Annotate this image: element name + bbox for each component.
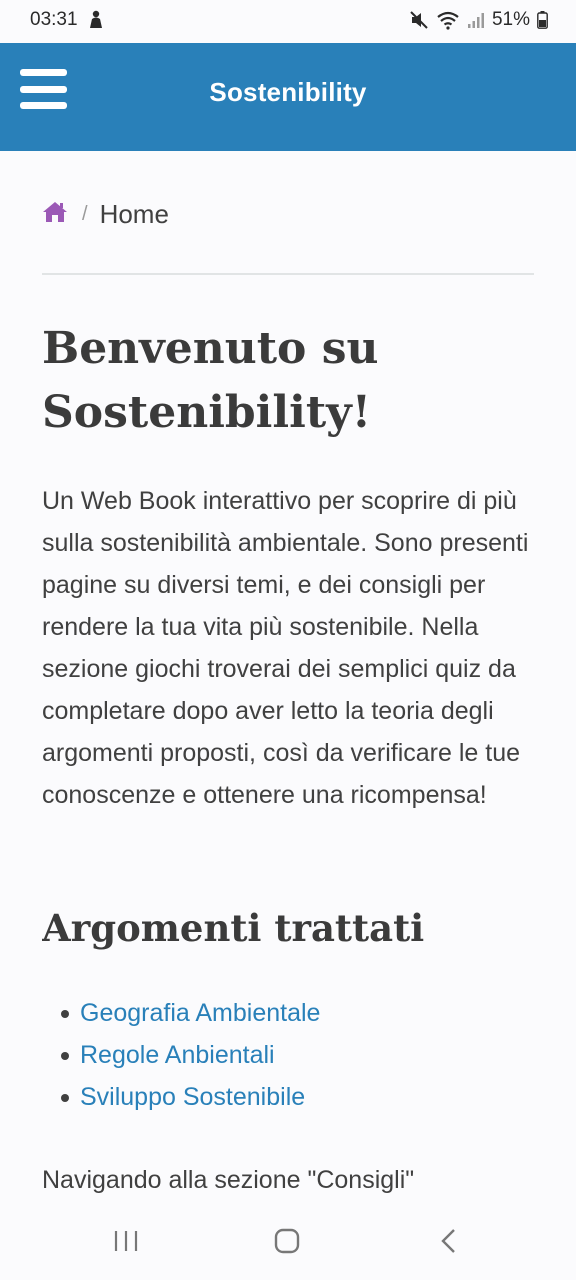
breadcrumb: / Home — [42, 199, 169, 230]
notification-icon — [88, 10, 104, 30]
status-bar: 03:31 51% — [0, 0, 576, 43]
recent-apps-icon[interactable] — [113, 1228, 139, 1259]
list-item: Regole Anbientali — [60, 1034, 320, 1076]
home-icon[interactable] — [42, 199, 68, 230]
signal-icon — [467, 11, 485, 29]
status-time: 03:31 — [30, 9, 78, 30]
breadcrumb-separator: / — [82, 203, 88, 225]
topic-link-sviluppo[interactable]: Sviluppo Sostenibile — [80, 1083, 305, 1111]
topics-list: Geografia Ambientale Regole Anbientali S… — [42, 992, 320, 1118]
divider — [42, 273, 534, 275]
section-title: Argomenti trattati — [42, 906, 425, 950]
topic-link-geografia[interactable]: Geografia Ambientale — [80, 999, 320, 1027]
status-right: 51% — [409, 9, 548, 31]
page-title: Benvenuto su Sostenibility! — [42, 323, 379, 438]
back-icon[interactable] — [439, 1228, 459, 1259]
app-title[interactable]: Sostenibility — [0, 77, 576, 108]
topic-link-regole[interactable]: Regole Anbientali — [80, 1041, 275, 1069]
status-left: 03:31 — [30, 9, 104, 31]
battery-text: 51% — [491, 9, 530, 30]
wifi-icon — [436, 10, 460, 30]
list-item: Geografia Ambientale — [60, 992, 320, 1034]
breadcrumb-current: Home — [99, 199, 169, 229]
app-bar: Sostenibility — [0, 43, 576, 151]
outro-paragraph: Navigando alla sezione "Consigli" — [42, 1166, 415, 1194]
list-item: Sviluppo Sostenibile — [60, 1076, 320, 1118]
menu-line — [20, 69, 67, 76]
mute-icon — [409, 10, 429, 30]
intro-paragraph: Un Web Book interattivo per scoprire di … — [42, 487, 529, 809]
main-content: / Home Benvenuto su Sostenibility! Un We… — [42, 151, 534, 1201]
navigation-bar — [0, 1201, 576, 1280]
home-button-icon[interactable] — [274, 1228, 300, 1259]
battery-icon — [537, 11, 548, 29]
